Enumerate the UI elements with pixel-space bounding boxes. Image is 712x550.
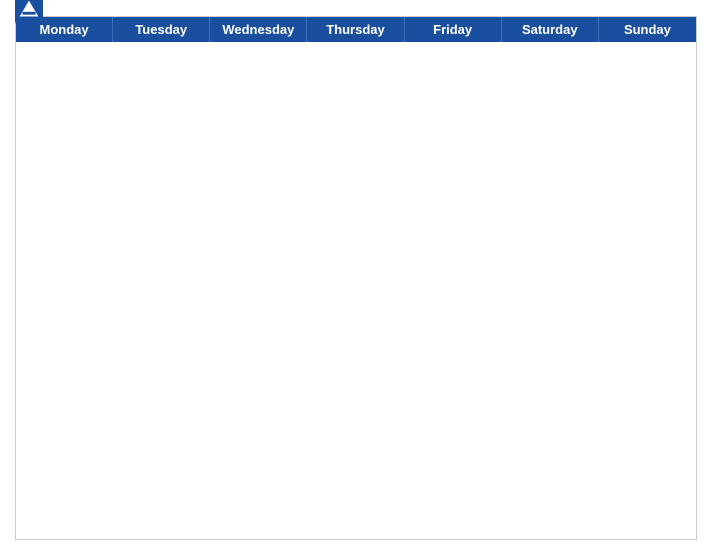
- logo-icon: [15, 0, 43, 24]
- day-headers: MondayTuesdayWednesdayThursdayFridaySatu…: [16, 17, 696, 42]
- logo: [15, 0, 46, 24]
- day-header-saturday: Saturday: [502, 17, 599, 42]
- weeks-container: [16, 42, 696, 539]
- day-header-sunday: Sunday: [599, 17, 696, 42]
- day-header-thursday: Thursday: [307, 17, 404, 42]
- day-header-friday: Friday: [405, 17, 502, 42]
- day-header-tuesday: Tuesday: [113, 17, 210, 42]
- calendar-grid: MondayTuesdayWednesdayThursdayFridaySatu…: [15, 16, 697, 540]
- day-header-wednesday: Wednesday: [210, 17, 307, 42]
- calendar-page: MondayTuesdayWednesdayThursdayFridaySatu…: [0, 0, 712, 550]
